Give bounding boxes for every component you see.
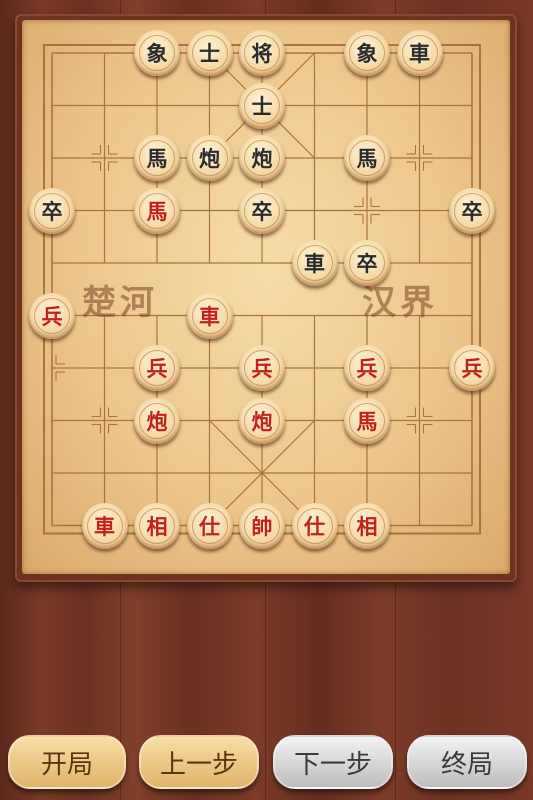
piece-label: 相 <box>146 514 168 539</box>
previous-move-button[interactable]: 上一步 <box>139 735 259 789</box>
piece-label: 帥 <box>251 514 273 539</box>
black-piece[interactable]: 車 <box>291 240 338 286</box>
piece-label: 卒 <box>461 199 483 224</box>
red-piece[interactable]: 馬 <box>134 187 180 234</box>
piece-label: 兵 <box>356 357 378 381</box>
xiangqi-board[interactable]: 楚河 汉界 象士将象車士馬炮炮馬卒馬卒卒車卒兵車兵兵兵兵炮炮馬車相仕帥仕相 <box>22 20 510 574</box>
red-piece[interactable]: 馬 <box>344 397 390 444</box>
piece-label: 炮 <box>146 409 168 434</box>
red-piece[interactable]: 車 <box>81 502 128 549</box>
piece-label: 車 <box>199 304 220 329</box>
piece-label: 相 <box>356 514 378 539</box>
red-piece[interactable]: 兵 <box>344 345 390 391</box>
river-label-left: 楚河 <box>82 283 158 323</box>
piece-label: 兵 <box>251 357 273 381</box>
black-piece[interactable]: 馬 <box>134 135 180 181</box>
black-piece[interactable]: 卒 <box>239 187 285 234</box>
piece-label: 将 <box>251 42 273 66</box>
black-piece[interactable]: 卒 <box>344 240 390 286</box>
piece-label: 卒 <box>356 252 378 276</box>
black-piece[interactable]: 将 <box>239 30 285 76</box>
next-move-button[interactable]: 下一步 <box>273 735 393 789</box>
piece-label: 兵 <box>146 357 168 381</box>
piece-label: 象 <box>146 42 168 66</box>
red-piece[interactable]: 兵 <box>134 345 180 391</box>
piece-label: 炮 <box>251 409 273 434</box>
red-piece[interactable]: 炮 <box>239 397 285 444</box>
piece-label: 馬 <box>356 147 378 171</box>
red-piece[interactable]: 兵 <box>29 292 75 339</box>
red-piece[interactable]: 兵 <box>449 345 495 391</box>
piece-label: 仕 <box>199 514 220 539</box>
black-piece[interactable]: 卒 <box>29 187 75 234</box>
piece-label: 仕 <box>304 514 325 539</box>
piece-label: 車 <box>304 252 325 276</box>
black-piece[interactable]: 士 <box>186 30 233 76</box>
piece-label: 士 <box>251 94 273 119</box>
start-button[interactable]: 开局 <box>8 735 126 789</box>
piece-label: 兵 <box>41 304 63 329</box>
red-piece[interactable]: 相 <box>134 502 180 549</box>
red-piece[interactable]: 仕 <box>291 502 338 549</box>
black-piece[interactable]: 士 <box>239 82 285 129</box>
black-piece[interactable]: 炮 <box>239 135 285 181</box>
red-piece[interactable]: 炮 <box>134 397 180 444</box>
piece-label: 馬 <box>146 199 168 224</box>
red-piece[interactable]: 相 <box>344 502 390 549</box>
piece-label: 車 <box>94 514 115 539</box>
black-piece[interactable]: 炮 <box>186 135 233 181</box>
piece-label: 象 <box>356 42 378 66</box>
piece-label: 炮 <box>199 147 220 171</box>
black-piece[interactable]: 車 <box>396 30 443 76</box>
end-button[interactable]: 终局 <box>407 735 527 789</box>
red-piece[interactable]: 車 <box>186 292 233 339</box>
red-piece[interactable]: 仕 <box>186 502 233 549</box>
black-piece[interactable]: 象 <box>344 30 390 76</box>
red-piece[interactable]: 帥 <box>239 502 285 549</box>
piece-label: 馬 <box>146 147 168 171</box>
black-piece[interactable]: 象 <box>134 30 180 76</box>
piece-label: 炮 <box>251 147 273 171</box>
black-piece[interactable]: 馬 <box>344 135 390 181</box>
piece-label: 兵 <box>461 357 483 381</box>
red-piece[interactable]: 兵 <box>239 345 285 391</box>
piece-label: 卒 <box>251 199 273 224</box>
black-piece[interactable]: 卒 <box>449 187 495 234</box>
piece-label: 車 <box>409 42 430 66</box>
piece-label: 士 <box>199 42 220 66</box>
piece-label: 卒 <box>41 199 63 224</box>
piece-label: 馬 <box>356 409 378 434</box>
